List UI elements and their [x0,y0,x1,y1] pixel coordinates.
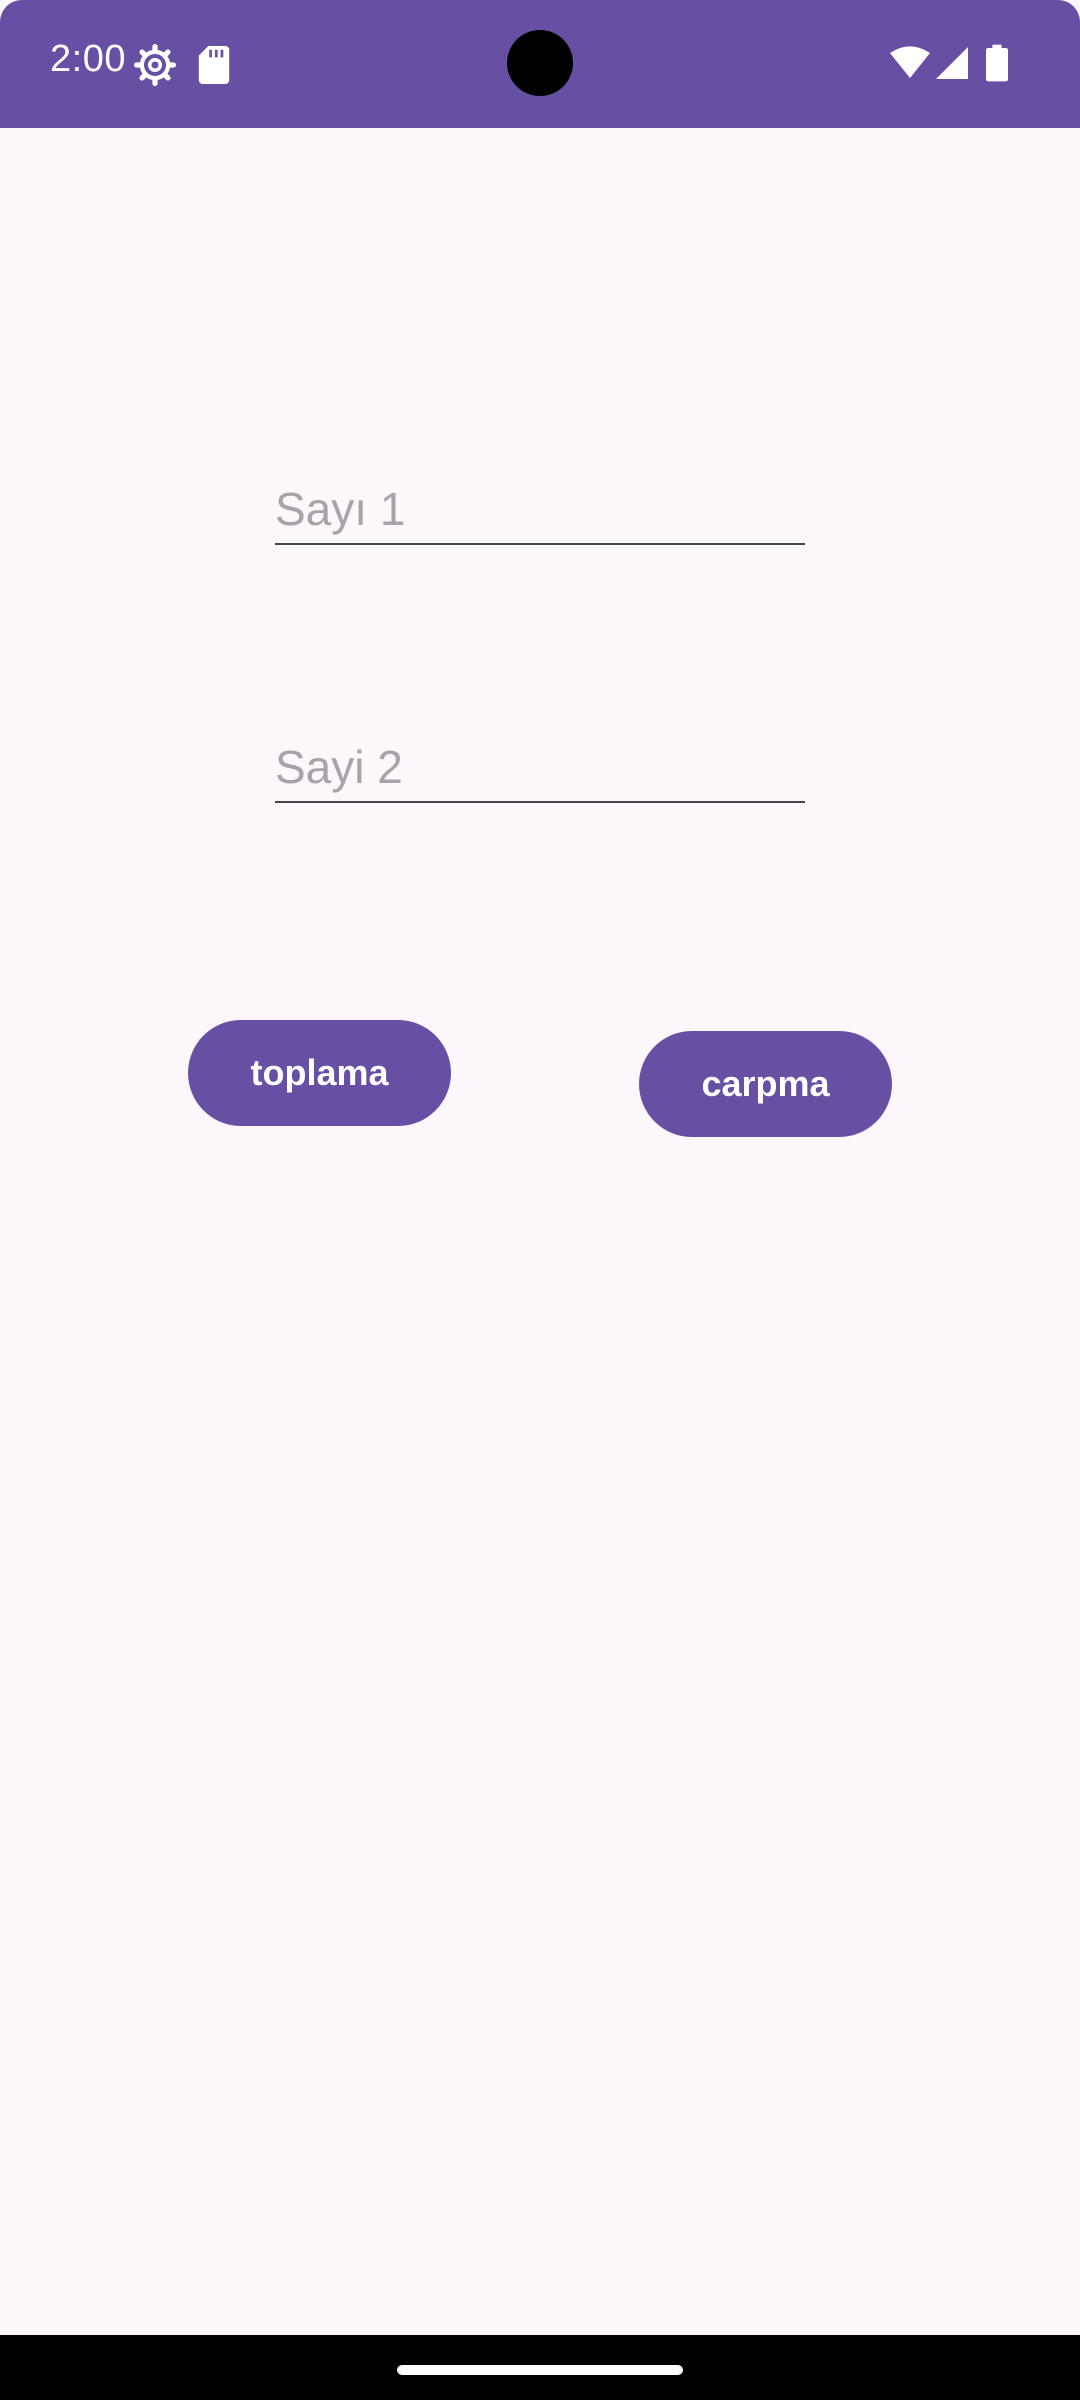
number1-field[interactable] [275,475,805,545]
camera-cutout [507,30,573,96]
add-button[interactable]: toplama [188,1020,451,1126]
status-bar: 2:00 [0,0,1080,128]
wifi-icon [890,46,930,78]
number2-input[interactable] [275,733,805,801]
sdcard-icon [198,46,230,84]
signal-icon [936,47,968,79]
home-handle[interactable] [397,2365,683,2375]
number2-field[interactable] [275,733,805,803]
gear-icon [134,44,176,86]
number1-input[interactable] [275,475,805,543]
status-time: 2:00 [50,38,126,80]
app-screen: 2:00 Sayı 1 Sayi 2 toplama carpma [0,0,1080,2400]
multiply-button[interactable]: carpma [639,1031,892,1137]
battery-icon [986,44,1008,82]
navigation-bar [0,2335,1080,2400]
